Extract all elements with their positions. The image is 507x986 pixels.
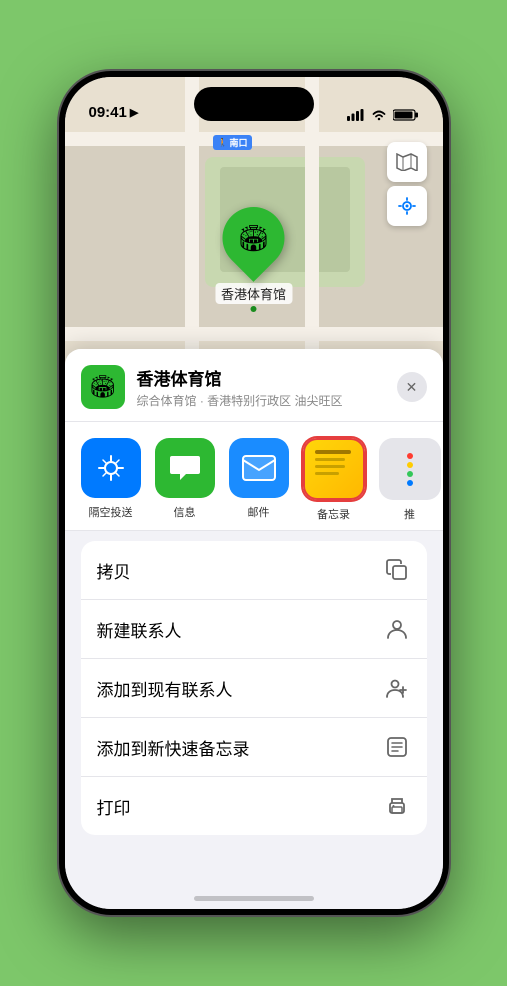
share-item-more[interactable]: 推 (379, 438, 441, 522)
action-print[interactable]: 打印 (81, 777, 427, 835)
notes-icon[interactable] (303, 438, 365, 500)
battery-icon (393, 109, 419, 121)
action-copy-label: 拷贝 (97, 558, 131, 583)
mail-icon[interactable] (229, 438, 289, 498)
action-list: 拷贝 新建联系人 (81, 541, 427, 835)
action-add-existing[interactable]: 添加到现有联系人 (81, 659, 427, 718)
map-type-btn[interactable] (387, 142, 427, 182)
dynamic-island (194, 87, 314, 121)
more-label: 推 (404, 506, 415, 522)
home-indicator (194, 896, 314, 901)
venue-icon: 🏟 (81, 365, 125, 409)
note-icon (383, 733, 411, 761)
action-add-existing-label: 添加到现有联系人 (97, 676, 233, 701)
messages-icon[interactable] (155, 438, 215, 498)
person-icon (383, 615, 411, 643)
bottom-sheet: 🏟 香港体育馆 综合体育馆 · 香港特别行政区 油尖旺区 ✕ (65, 349, 443, 909)
copy-icon (383, 556, 411, 584)
person-add-icon (383, 674, 411, 702)
messages-label: 信息 (174, 504, 196, 520)
close-button[interactable]: ✕ (397, 372, 427, 402)
map-controls (387, 142, 427, 230)
pin-circle: 🏟 (210, 194, 298, 282)
action-copy[interactable]: 拷贝 (81, 541, 427, 600)
location-icon: ▶ (130, 106, 138, 119)
airdrop-icon[interactable] (81, 438, 141, 498)
action-new-contact[interactable]: 新建联系人 (81, 600, 427, 659)
share-item-airdrop[interactable]: 隔空投送 (81, 438, 141, 522)
time-display: 09:41 (89, 104, 127, 121)
venue-info: 香港体育馆 综合体育馆 · 香港特别行政区 油尖旺区 (137, 365, 385, 409)
venue-sub: 综合体育馆 · 香港特别行政区 油尖旺区 (137, 392, 385, 409)
more-icon[interactable] (379, 438, 441, 500)
share-row: 隔空投送 信息 (65, 422, 443, 531)
phone-screen: 09:41 ▶ (65, 77, 443, 909)
action-print-label: 打印 (97, 794, 131, 819)
action-quick-note-label: 添加到新快速备忘录 (97, 735, 250, 760)
mail-label: 邮件 (248, 504, 270, 520)
airdrop-label: 隔空投送 (89, 504, 133, 520)
sheet-header: 🏟 香港体育馆 综合体育馆 · 香港特别行政区 油尖旺区 ✕ (65, 349, 443, 422)
pin-icon: 🏟 (237, 223, 270, 254)
share-item-mail[interactable]: 邮件 (229, 438, 289, 522)
status-time: 09:41 ▶ (89, 104, 139, 121)
action-quick-note[interactable]: 添加到新快速备忘录 (81, 718, 427, 777)
share-item-messages[interactable]: 信息 (155, 438, 215, 522)
location-pin: 🏟 香港体育馆 (215, 207, 292, 304)
map-label: 🚶 南口 (213, 135, 253, 150)
share-item-notes[interactable]: 备忘录 (303, 438, 365, 522)
print-icon (383, 792, 411, 820)
pin-label: 香港体育馆 (215, 283, 292, 304)
notes-label: 备忘录 (317, 506, 350, 522)
venue-name: 香港体育馆 (137, 365, 385, 390)
signal-icon (347, 109, 365, 121)
action-new-contact-label: 新建联系人 (97, 617, 182, 642)
wifi-icon (371, 109, 387, 121)
phone-frame: 09:41 ▶ (59, 71, 449, 915)
more-dots (407, 453, 413, 486)
status-icons (347, 109, 419, 121)
location-btn[interactable] (387, 186, 427, 226)
